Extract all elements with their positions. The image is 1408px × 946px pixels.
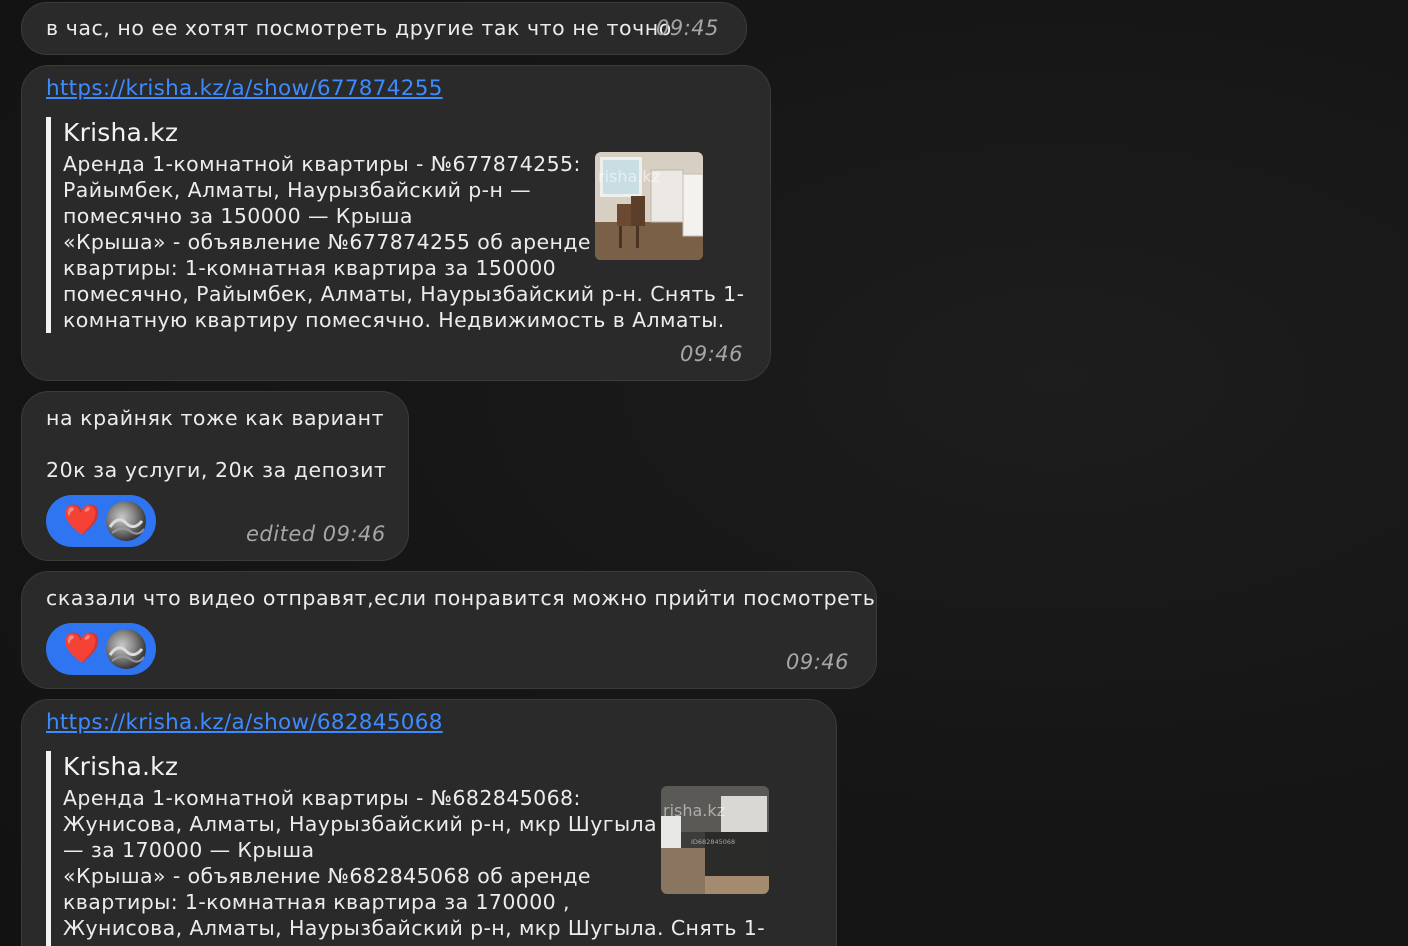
message-time: 09:46	[680, 342, 744, 366]
heart-icon: ❤️	[63, 503, 101, 538]
message-text: в час, но ее хотят посмотреть другие так…	[46, 16, 672, 40]
preview-thumbnail[interactable]: risha.kz ID682845068	[661, 786, 769, 894]
link-preview[interactable]: Krisha.kz Аренда 1-комнатной квартиры - …	[46, 751, 812, 946]
preview-thumbnail[interactable]: risha.kz	[595, 152, 703, 260]
preview-description-line: помесячно, Райымбек, Алматы, Наурызбайск…	[63, 282, 745, 306]
message-time: 09:46	[786, 650, 850, 674]
preview-site-name: Krisha.kz	[63, 118, 179, 147]
reactor-avatar[interactable]	[106, 501, 146, 541]
message-time: 09:45	[656, 16, 720, 40]
message-text: сказали что видео отправят,если понравит…	[46, 586, 876, 610]
thumbnail-watermark: risha.kz	[663, 801, 725, 820]
message-link[interactable]: https://krisha.kz/a/show/682845068	[46, 710, 443, 735]
link-preview[interactable]: Krisha.kz Аренда 1-комнатной квартиры - …	[46, 117, 746, 333]
avatar-image	[108, 518, 145, 535]
message-time: edited 09:46	[246, 522, 386, 546]
apartment-photo: risha.kz	[595, 152, 703, 260]
preview-description-line: комнатную квартиру помесячно. Недвижимос…	[63, 308, 725, 332]
message-text-line: 20к за услуги, 20к за депозит	[46, 458, 387, 482]
message-bubble[interactable]: на крайняк тоже как вариант 20к за услуг…	[21, 391, 409, 561]
message-text-line: на крайняк тоже как вариант	[46, 406, 385, 430]
reaction-pill[interactable]: ❤️	[46, 495, 156, 547]
reaction-pill[interactable]: ❤️	[46, 623, 156, 675]
preview-site-name: Krisha.kz	[63, 752, 179, 781]
link-message-bubble[interactable]: https://krisha.kz/a/show/677874255 Krish…	[21, 65, 771, 381]
message-bubble[interactable]: сказали что видео отправят,если понравит…	[21, 571, 877, 689]
avatar-image	[108, 646, 145, 663]
message-link[interactable]: https://krisha.kz/a/show/677874255	[46, 76, 443, 101]
reactor-avatar[interactable]	[106, 629, 146, 669]
thumbnail-watermark: risha.kz	[598, 167, 660, 186]
message-bubble[interactable]: в час, но ее хотят посмотреть другие так…	[21, 2, 747, 55]
link-message-bubble[interactable]: https://krisha.kz/a/show/682845068 Krish…	[21, 699, 837, 946]
preview-description-line: Жунисова, Алматы, Наурызбайский р-н, мкр…	[63, 916, 766, 940]
thumbnail-id-watermark: ID682845068	[691, 838, 735, 846]
heart-icon: ❤️	[63, 631, 101, 666]
apartment-photo: risha.kz ID682845068	[661, 786, 769, 894]
chat-view: в час, но ее хотят посмотреть другие так…	[0, 0, 1408, 946]
